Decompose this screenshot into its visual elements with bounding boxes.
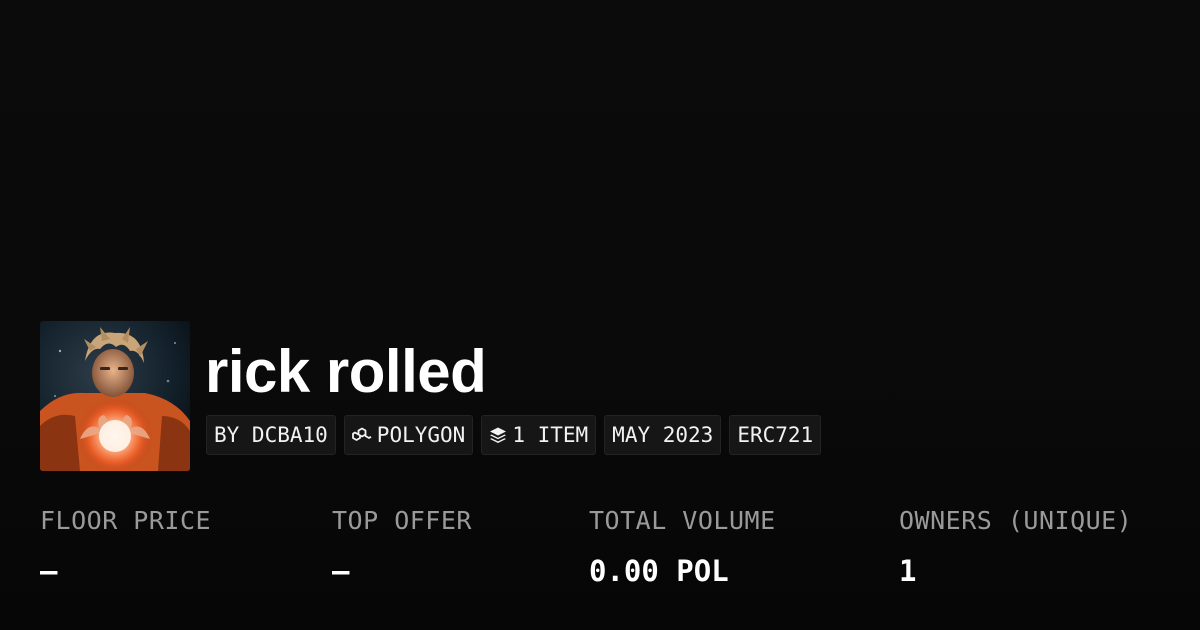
collection-avatar	[40, 321, 190, 471]
stat-label: FLOOR PRICE	[40, 506, 212, 535]
stat-value: 0.00 POL	[589, 554, 729, 588]
stat-owners: OWNERS (UNIQUE) 1	[899, 503, 1132, 593]
stat-top-offer: TOP OFFER –	[332, 503, 472, 593]
collection-stats: FLOOR PRICE – TOP OFFER – TOTAL VOLUME 0…	[0, 503, 1200, 603]
stat-value: –	[40, 554, 58, 588]
collection-meta-chips: BY DCBA10 POLYGON 1 ITEM MAY 2023 ERC721	[206, 415, 822, 455]
stat-value: 1	[899, 554, 917, 588]
created-date-chip: MAY 2023	[604, 415, 722, 455]
stat-label: TOP OFFER	[332, 506, 472, 535]
stat-label: OWNERS (UNIQUE)	[899, 506, 1133, 535]
polygon-chain-icon	[351, 426, 372, 444]
stat-label: TOTAL VOLUME	[589, 506, 776, 535]
stat-total-volume: TOTAL VOLUME 0.00 POL	[589, 503, 776, 593]
token-standard-chip-label: ERC721	[737, 423, 814, 447]
chain-chip[interactable]: POLYGON	[343, 415, 474, 455]
items-count-chip[interactable]: 1 ITEM	[481, 415, 597, 455]
chain-chip-label: POLYGON	[376, 423, 466, 447]
created-date-chip-label: MAY 2023	[612, 423, 714, 447]
stat-value: –	[332, 554, 350, 588]
items-count-chip-label: 1 ITEM	[512, 423, 589, 447]
stat-floor-price: FLOOR PRICE –	[40, 503, 211, 593]
creator-chip[interactable]: BY DCBA10	[206, 415, 336, 455]
collection-title: rick rolled	[205, 338, 487, 405]
token-standard-chip: ERC721	[729, 415, 822, 455]
creator-chip-label: BY DCBA10	[214, 423, 328, 447]
layers-icon	[489, 426, 507, 444]
